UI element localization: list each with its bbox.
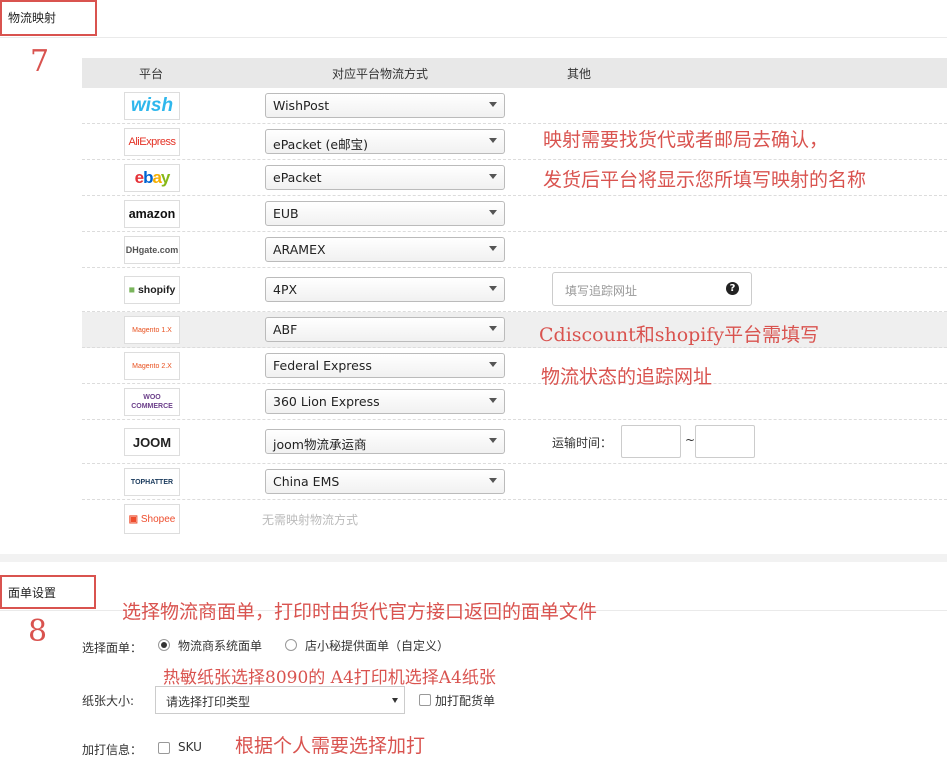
select-face-sheet-label: 选择面单： xyxy=(82,641,143,655)
magento-1-logo: Magento 1.X xyxy=(124,316,180,344)
sku-checkbox[interactable] xyxy=(158,742,170,754)
chevron-down-icon xyxy=(489,398,497,403)
section-gap xyxy=(0,554,947,562)
table-row: WOO COMMERCE 360 Lion Express xyxy=(82,384,947,420)
method-select-magento-2[interactable]: Federal Express xyxy=(265,353,505,378)
ebay-logo: ebay xyxy=(124,164,180,192)
method-select-magento-1[interactable]: ABF xyxy=(265,317,505,342)
aliexpress-logo: AliExpress xyxy=(124,128,180,156)
method-select-joom[interactable]: joom物流承运商 xyxy=(265,429,505,454)
no-mapping-text: 无需映射物流方式 xyxy=(262,513,359,527)
method-select-ebay[interactable]: ePacket xyxy=(265,165,505,190)
dhgate-logo: DHgate.com xyxy=(124,236,180,264)
method-select-aliexpress[interactable]: ePacket (e邮宝) xyxy=(265,129,505,154)
table-row: amazon EUB xyxy=(82,196,947,232)
note-mapping-line1: 映射需要找货代或者邮局去确认， xyxy=(543,129,829,151)
radio-shop-sheet[interactable] xyxy=(285,639,297,651)
table-row: JOOM joom物流承运商 运输时间： ~ xyxy=(82,420,947,464)
method-select-amazon[interactable]: EUB xyxy=(265,201,505,226)
tophatter-logo: TOPHATTER xyxy=(124,468,180,496)
table-header: 平台 对应平台物流方式 其他 xyxy=(82,58,947,88)
chevron-down-icon xyxy=(489,246,497,251)
method-select-woocommerce[interactable]: 360 Lion Express xyxy=(265,389,505,414)
note-mapping-line2: 发货后平台将显示您所填写映射的名称 xyxy=(543,169,867,191)
help-icon[interactable]: ? xyxy=(726,282,739,295)
option-carrier-sheet-label: 物流商系统面单 xyxy=(178,639,263,653)
print-packing-checkbox[interactable] xyxy=(419,694,431,706)
note-face-sheet: 选择物流商面单，打印时由货代官方接口返回的面单文件 xyxy=(122,601,598,623)
step-number-8: 8 xyxy=(28,614,48,649)
header-platform: 平台 xyxy=(139,67,164,81)
chevron-down-icon xyxy=(489,210,497,215)
chevron-down-icon xyxy=(489,438,497,443)
joom-logo: JOOM xyxy=(124,428,180,456)
note-tracking-line1: Cdiscount和shopify平台需填写 xyxy=(539,324,820,346)
chevron-down-icon xyxy=(489,174,497,179)
header-method: 对应平台物流方式 xyxy=(332,67,429,81)
amazon-logo: amazon xyxy=(124,200,180,228)
shipping-time-min-input[interactable] xyxy=(621,425,681,458)
tracking-url-input[interactable]: 填写追踪网址 ? xyxy=(552,272,752,306)
note-tracking-line2: 物流状态的追踪网址 xyxy=(541,366,713,388)
wish-logo: wish xyxy=(124,92,180,120)
paper-size-select[interactable]: 请选择打印类型 xyxy=(155,686,405,714)
shopify-logo: ■ shopify xyxy=(124,276,180,304)
option-shop-sheet-label: 店小秘提供面单（自定义） xyxy=(305,639,450,653)
method-select-dhgate[interactable]: ARAMEX xyxy=(265,237,505,262)
magento-2-logo: Magento 2.X xyxy=(124,352,180,380)
table-row: DHgate.com ARAMEX xyxy=(82,232,947,268)
chevron-down-icon xyxy=(489,102,497,107)
print-packing-label: 加打配货单 xyxy=(435,694,496,708)
chevron-down-icon xyxy=(489,326,497,331)
note-extra: 根据个人需要选择加打 xyxy=(235,735,426,757)
section-divider xyxy=(0,37,947,38)
section-title-face-sheet: 面单设置 xyxy=(0,575,96,609)
method-select-tophatter[interactable]: China EMS xyxy=(265,469,505,494)
chevron-down-icon xyxy=(489,478,497,483)
table-row: Magento 2.X Federal Express xyxy=(82,348,947,384)
woocommerce-logo: WOO COMMERCE xyxy=(124,388,180,416)
section-title-logistics-mapping: 物流映射 xyxy=(0,0,97,36)
table-row: TOPHATTER China EMS xyxy=(82,464,947,500)
note-paper: 热敏纸张选择8090的 A4打印机选择A4纸张 xyxy=(163,668,496,688)
chevron-down-icon xyxy=(392,698,398,703)
extra-info-label: 加打信息： xyxy=(82,743,143,757)
shipping-time-separator: ~ xyxy=(685,433,696,447)
shopee-logo: ▣ Shopee xyxy=(124,504,180,534)
paper-size-label: 纸张大小: xyxy=(82,694,135,708)
method-select-wish[interactable]: WishPost xyxy=(265,93,505,118)
chevron-down-icon xyxy=(489,286,497,291)
chevron-down-icon xyxy=(489,362,497,367)
table-row: ■ shopify 4PX 填写追踪网址 ? xyxy=(82,268,947,312)
shipping-time-label: 运输时间： xyxy=(552,436,613,450)
sku-label: SKU xyxy=(178,740,202,754)
table-row: ▣ Shopee 无需映射物流方式 xyxy=(82,500,947,540)
method-select-shopify[interactable]: 4PX xyxy=(265,277,505,302)
shipping-time-max-input[interactable] xyxy=(695,425,755,458)
step-number-7: 7 xyxy=(30,44,50,79)
table-row: wish WishPost xyxy=(82,88,947,124)
header-other: 其他 xyxy=(567,67,592,81)
chevron-down-icon xyxy=(489,138,497,143)
radio-carrier-sheet[interactable] xyxy=(158,639,170,651)
